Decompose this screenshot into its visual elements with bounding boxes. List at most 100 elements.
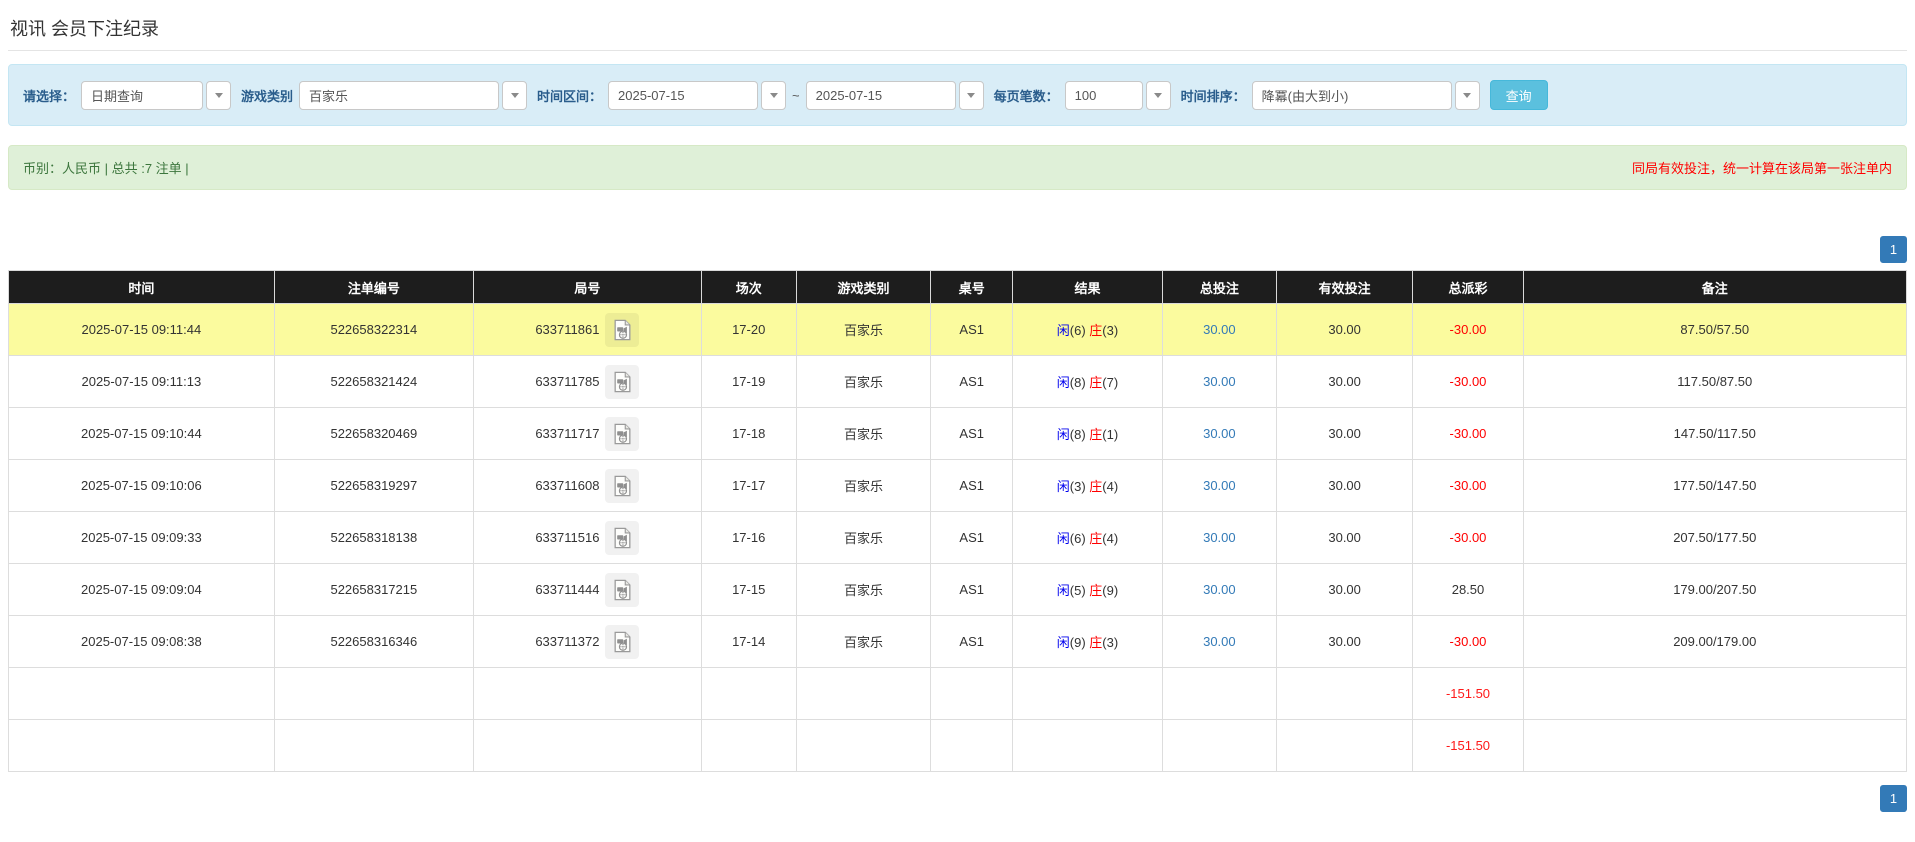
column-header-7: 结果 — [1012, 270, 1163, 304]
cell-round-id: 633711608 — [473, 459, 702, 512]
cell-note: 87.50/57.50 — [1522, 303, 1908, 356]
total-row: 总计 7 210.00 210.00 -151.50 — [8, 719, 1908, 772]
cell-game-type: 百家乐 — [795, 615, 932, 668]
valid-bet-notice-text: 同局有效投注，统一计算在该局第一张注单内 — [1631, 161, 1892, 176]
cell-note: 207.50/177.50 — [1522, 511, 1908, 564]
date-from-input[interactable] — [608, 80, 759, 110]
time-sort-dropdown-button[interactable] — [1454, 80, 1480, 110]
chevron-down-icon — [1154, 92, 1163, 98]
select-mode-label: 请选择： — [23, 88, 76, 104]
cell-time: 2025-07-15 09:10:06 — [8, 459, 275, 512]
result-banker: 庄 — [1089, 375, 1103, 390]
round-id-text: 633711444 — [535, 582, 600, 597]
video-record-button[interactable] — [605, 468, 640, 503]
cell-game-type: 百家乐 — [795, 563, 932, 616]
date-to-dropdown-button[interactable] — [958, 80, 984, 110]
cell-note: 179.00/207.50 — [1522, 563, 1908, 616]
video-record-button[interactable] — [605, 624, 640, 659]
total-bet-link[interactable]: 30.00 — [1203, 582, 1236, 597]
cell-table-id: AS1 — [930, 407, 1013, 460]
subtotal-payout: -151.50 — [1412, 667, 1524, 720]
cell-valid-bet: 30.00 — [1275, 459, 1414, 512]
cell-note: 147.50/117.50 — [1522, 407, 1908, 460]
cell-bet-id: 522658321424 — [273, 355, 475, 408]
total-bet-link[interactable]: 30.00 — [1203, 374, 1236, 389]
cell-round-id: 633711372 — [473, 615, 702, 668]
time-sort-combo — [1251, 80, 1480, 110]
total-bet-link[interactable]: 30.00 — [1203, 322, 1236, 337]
game-type-dropdown-button[interactable] — [502, 80, 528, 110]
cell-valid-bet: 30.00 — [1275, 303, 1414, 356]
total-label: 总计 — [8, 719, 275, 772]
page-1-button[interactable]: 1 — [1880, 785, 1907, 812]
cell-time: 2025-07-15 09:09:04 — [8, 563, 275, 616]
cell-bet-id: 522658322314 — [273, 303, 475, 356]
cell-game-type: 百家乐 — [795, 407, 932, 460]
cell-time: 2025-07-15 09:11:13 — [8, 355, 275, 408]
video-record-button[interactable] — [605, 520, 640, 555]
video-record-icon — [614, 319, 631, 340]
betting-records-table: 时间 注单编号 局号 场次 游戏类别 桌号 结果 总投注 有效投注 总派彩 备注 2025-07-1… — [8, 270, 1908, 772]
total-bet-link[interactable]: 30.00 — [1203, 426, 1236, 441]
result-player: 闲 — [1056, 427, 1070, 442]
result-player: 闲 — [1056, 323, 1070, 338]
time-sort-input[interactable] — [1251, 80, 1452, 110]
cell-total-bet: 30.00 — [1161, 511, 1277, 564]
total-bet-link[interactable]: 30.00 — [1203, 530, 1236, 545]
cell-payout: -30.00 — [1412, 303, 1524, 356]
cell-table-id: AS1 — [930, 511, 1013, 564]
cell-payout: -30.00 — [1412, 615, 1524, 668]
cell-total-bet: 30.00 — [1161, 459, 1277, 512]
game-type-input[interactable] — [299, 80, 500, 110]
cell-table-id: AS1 — [930, 615, 1013, 668]
select-mode-input[interactable] — [81, 80, 204, 110]
round-id-text: 633711608 — [535, 478, 600, 493]
table-row: 2025-07-15 09:11:13 522658321424 633711785… — [8, 355, 1908, 408]
table-row: 2025-07-15 09:09:33 522658318138 633711516… — [8, 511, 1908, 564]
cell-valid-bet: 30.00 — [1275, 407, 1414, 460]
total-total-bet: 210.00 — [1161, 719, 1277, 772]
total-bet-link[interactable]: 30.00 — [1203, 478, 1236, 493]
time-range-label: 时间区间： — [537, 88, 603, 104]
column-header-10: 总派彩 — [1412, 270, 1524, 304]
date-to-input[interactable] — [805, 80, 956, 110]
table-row: 2025-07-15 09:10:06 522658319297 633711608… — [8, 459, 1908, 512]
total-bet-link[interactable]: 30.00 — [1203, 634, 1236, 649]
time-sort-label: 时间排序： — [1180, 88, 1246, 104]
video-record-button[interactable] — [605, 416, 640, 451]
game-type-label: 游戏类别 — [241, 88, 294, 104]
cell-game-type: 百家乐 — [795, 355, 932, 408]
select-mode-dropdown-button[interactable] — [206, 80, 232, 110]
cell-session: 17-16 — [700, 511, 797, 564]
video-record-button[interactable] — [605, 312, 640, 347]
cell-time: 2025-07-15 09:08:38 — [8, 615, 275, 668]
page-1-button[interactable]: 1 — [1880, 236, 1907, 263]
cell-payout: -30.00 — [1412, 407, 1524, 460]
video-record-icon — [614, 371, 631, 392]
cell-table-id: AS1 — [930, 303, 1013, 356]
date-to-combo — [805, 80, 984, 110]
cell-result: 闲(6) 庄(3) — [1012, 303, 1163, 356]
video-record-button[interactable] — [605, 364, 640, 399]
round-id-text: 633711717 — [535, 426, 600, 441]
filter-bar: 请选择： 游戏类别 时间区间： ~ 每页笔数： 时间排序： — [8, 64, 1907, 126]
cell-session: 17-14 — [700, 615, 797, 668]
subtotal-count: 7 — [273, 667, 475, 720]
cell-round-id: 633711444 — [473, 563, 702, 616]
table-row: 2025-07-15 09:09:04 522658317215 633711444… — [8, 563, 1908, 616]
pagination-top: 1 — [8, 236, 1907, 263]
cell-game-type: 百家乐 — [795, 303, 932, 356]
cell-payout: -30.00 — [1412, 511, 1524, 564]
cell-game-type: 百家乐 — [795, 459, 932, 512]
video-record-icon — [614, 423, 631, 444]
result-player: 闲 — [1056, 479, 1070, 494]
search-button[interactable]: 查询 — [1489, 80, 1548, 110]
cell-result: 闲(8) 庄(7) — [1012, 355, 1163, 408]
result-banker: 庄 — [1089, 531, 1103, 546]
page-size-input[interactable] — [1064, 80, 1143, 110]
cell-time: 2025-07-15 09:10:44 — [8, 407, 275, 460]
video-record-icon — [614, 475, 631, 496]
page-size-dropdown-button[interactable] — [1145, 80, 1171, 110]
date-from-dropdown-button[interactable] — [761, 80, 787, 110]
video-record-button[interactable] — [605, 572, 640, 607]
